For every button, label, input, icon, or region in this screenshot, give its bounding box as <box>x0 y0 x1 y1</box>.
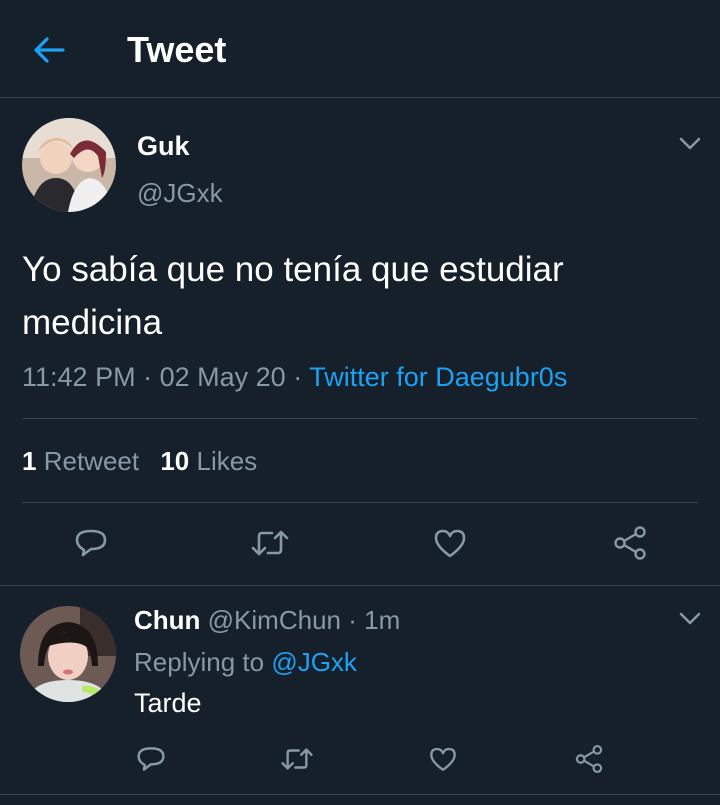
likes-stat[interactable]: 10 Likes <box>160 446 257 476</box>
author-name[interactable]: Guk <box>137 131 190 162</box>
retweets-count: 1 <box>22 446 37 476</box>
meta-separator: · <box>143 362 153 392</box>
like-button[interactable] <box>432 526 468 560</box>
reply-menu-button[interactable] <box>679 612 701 626</box>
replying-handle-link[interactable]: @JGxk <box>271 647 357 677</box>
retweets-label: Retweet <box>43 446 140 476</box>
tweet-menu-button[interactable] <box>679 137 701 151</box>
share-button[interactable] <box>612 526 648 560</box>
divider <box>22 502 698 503</box>
divider <box>0 794 720 795</box>
tweet-time: 11:42 PM <box>22 362 136 392</box>
replying-to: Replying to @JGxk <box>134 647 357 678</box>
chevron-down-icon <box>679 612 701 625</box>
retweet-icon <box>251 530 289 556</box>
share-icon <box>614 526 646 560</box>
reply-like-button[interactable] <box>428 744 458 774</box>
heart-icon <box>434 529 466 558</box>
divider <box>0 585 720 586</box>
author-handle[interactable]: @JGxk <box>137 178 223 209</box>
reply-reply-button[interactable] <box>136 744 166 774</box>
likes-label: Likes <box>196 446 258 476</box>
tweet-meta: 11:42 PM · 02 May 20 · Twitter for Daegu… <box>22 362 567 393</box>
heart-icon <box>430 747 456 771</box>
replying-prefix: Replying to <box>134 647 265 677</box>
retweet-icon <box>281 748 313 770</box>
back-button[interactable] <box>30 33 68 67</box>
retweets-stat[interactable]: 1 Retweet <box>22 446 146 476</box>
meta-separator: · <box>293 362 303 392</box>
retweet-button[interactable] <box>250 526 290 560</box>
page-title: Tweet <box>127 29 227 70</box>
speech-bubble-icon <box>137 747 165 771</box>
arrow-left-icon <box>34 37 65 63</box>
reply-share-button[interactable] <box>574 744 604 774</box>
reply-author-name[interactable]: Chun <box>134 605 200 635</box>
reply-header: Chun @KimChun · 1m <box>134 605 400 636</box>
tweet-text: Yo sabía que no tenía que estudiar medic… <box>22 250 564 342</box>
reply-time: 1m <box>364 605 401 635</box>
tweet-source-link[interactable]: Twitter for Daegubr0s <box>309 362 567 392</box>
reply-author-avatar[interactable] <box>20 606 116 702</box>
speech-bubble-icon <box>75 529 107 557</box>
reply-button[interactable] <box>74 526 108 560</box>
author-avatar[interactable] <box>22 118 116 212</box>
reply-text: Tarde <box>134 688 202 718</box>
likes-count: 10 <box>160 446 190 476</box>
share-icon <box>575 745 603 774</box>
chevron-down-icon <box>679 137 701 150</box>
top-bar: Tweet <box>0 0 720 98</box>
meta-separator: · <box>348 605 357 635</box>
tweet-stats: 1 Retweet 10 Likes <box>22 446 257 477</box>
divider <box>22 418 698 419</box>
reply-author-handle[interactable]: @KimChun <box>208 605 341 635</box>
tweet-date: 02 May 20 <box>159 362 286 392</box>
reply-retweet-button[interactable] <box>280 744 314 774</box>
